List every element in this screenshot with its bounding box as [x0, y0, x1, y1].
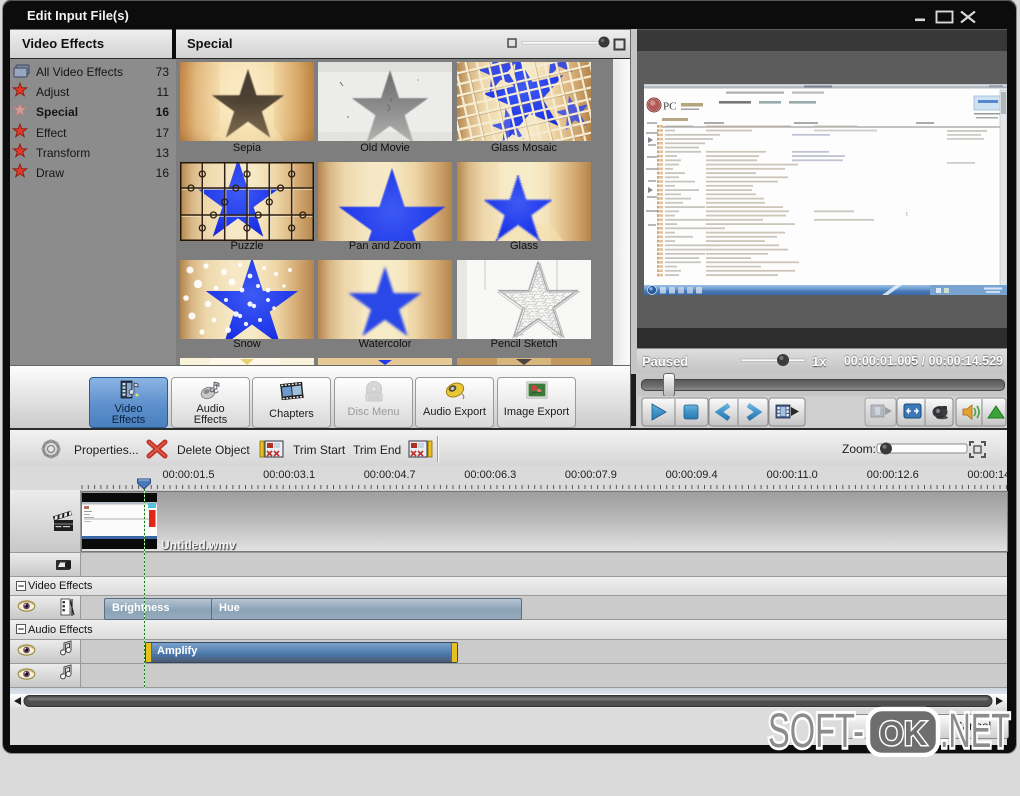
svg-text:.NET: .NET: [940, 705, 1010, 757]
svg-text:OK: OK: [879, 715, 927, 753]
svg-text:PC: PC: [663, 101, 676, 113]
svg-text:SOFT-: SOFT-: [768, 705, 864, 757]
